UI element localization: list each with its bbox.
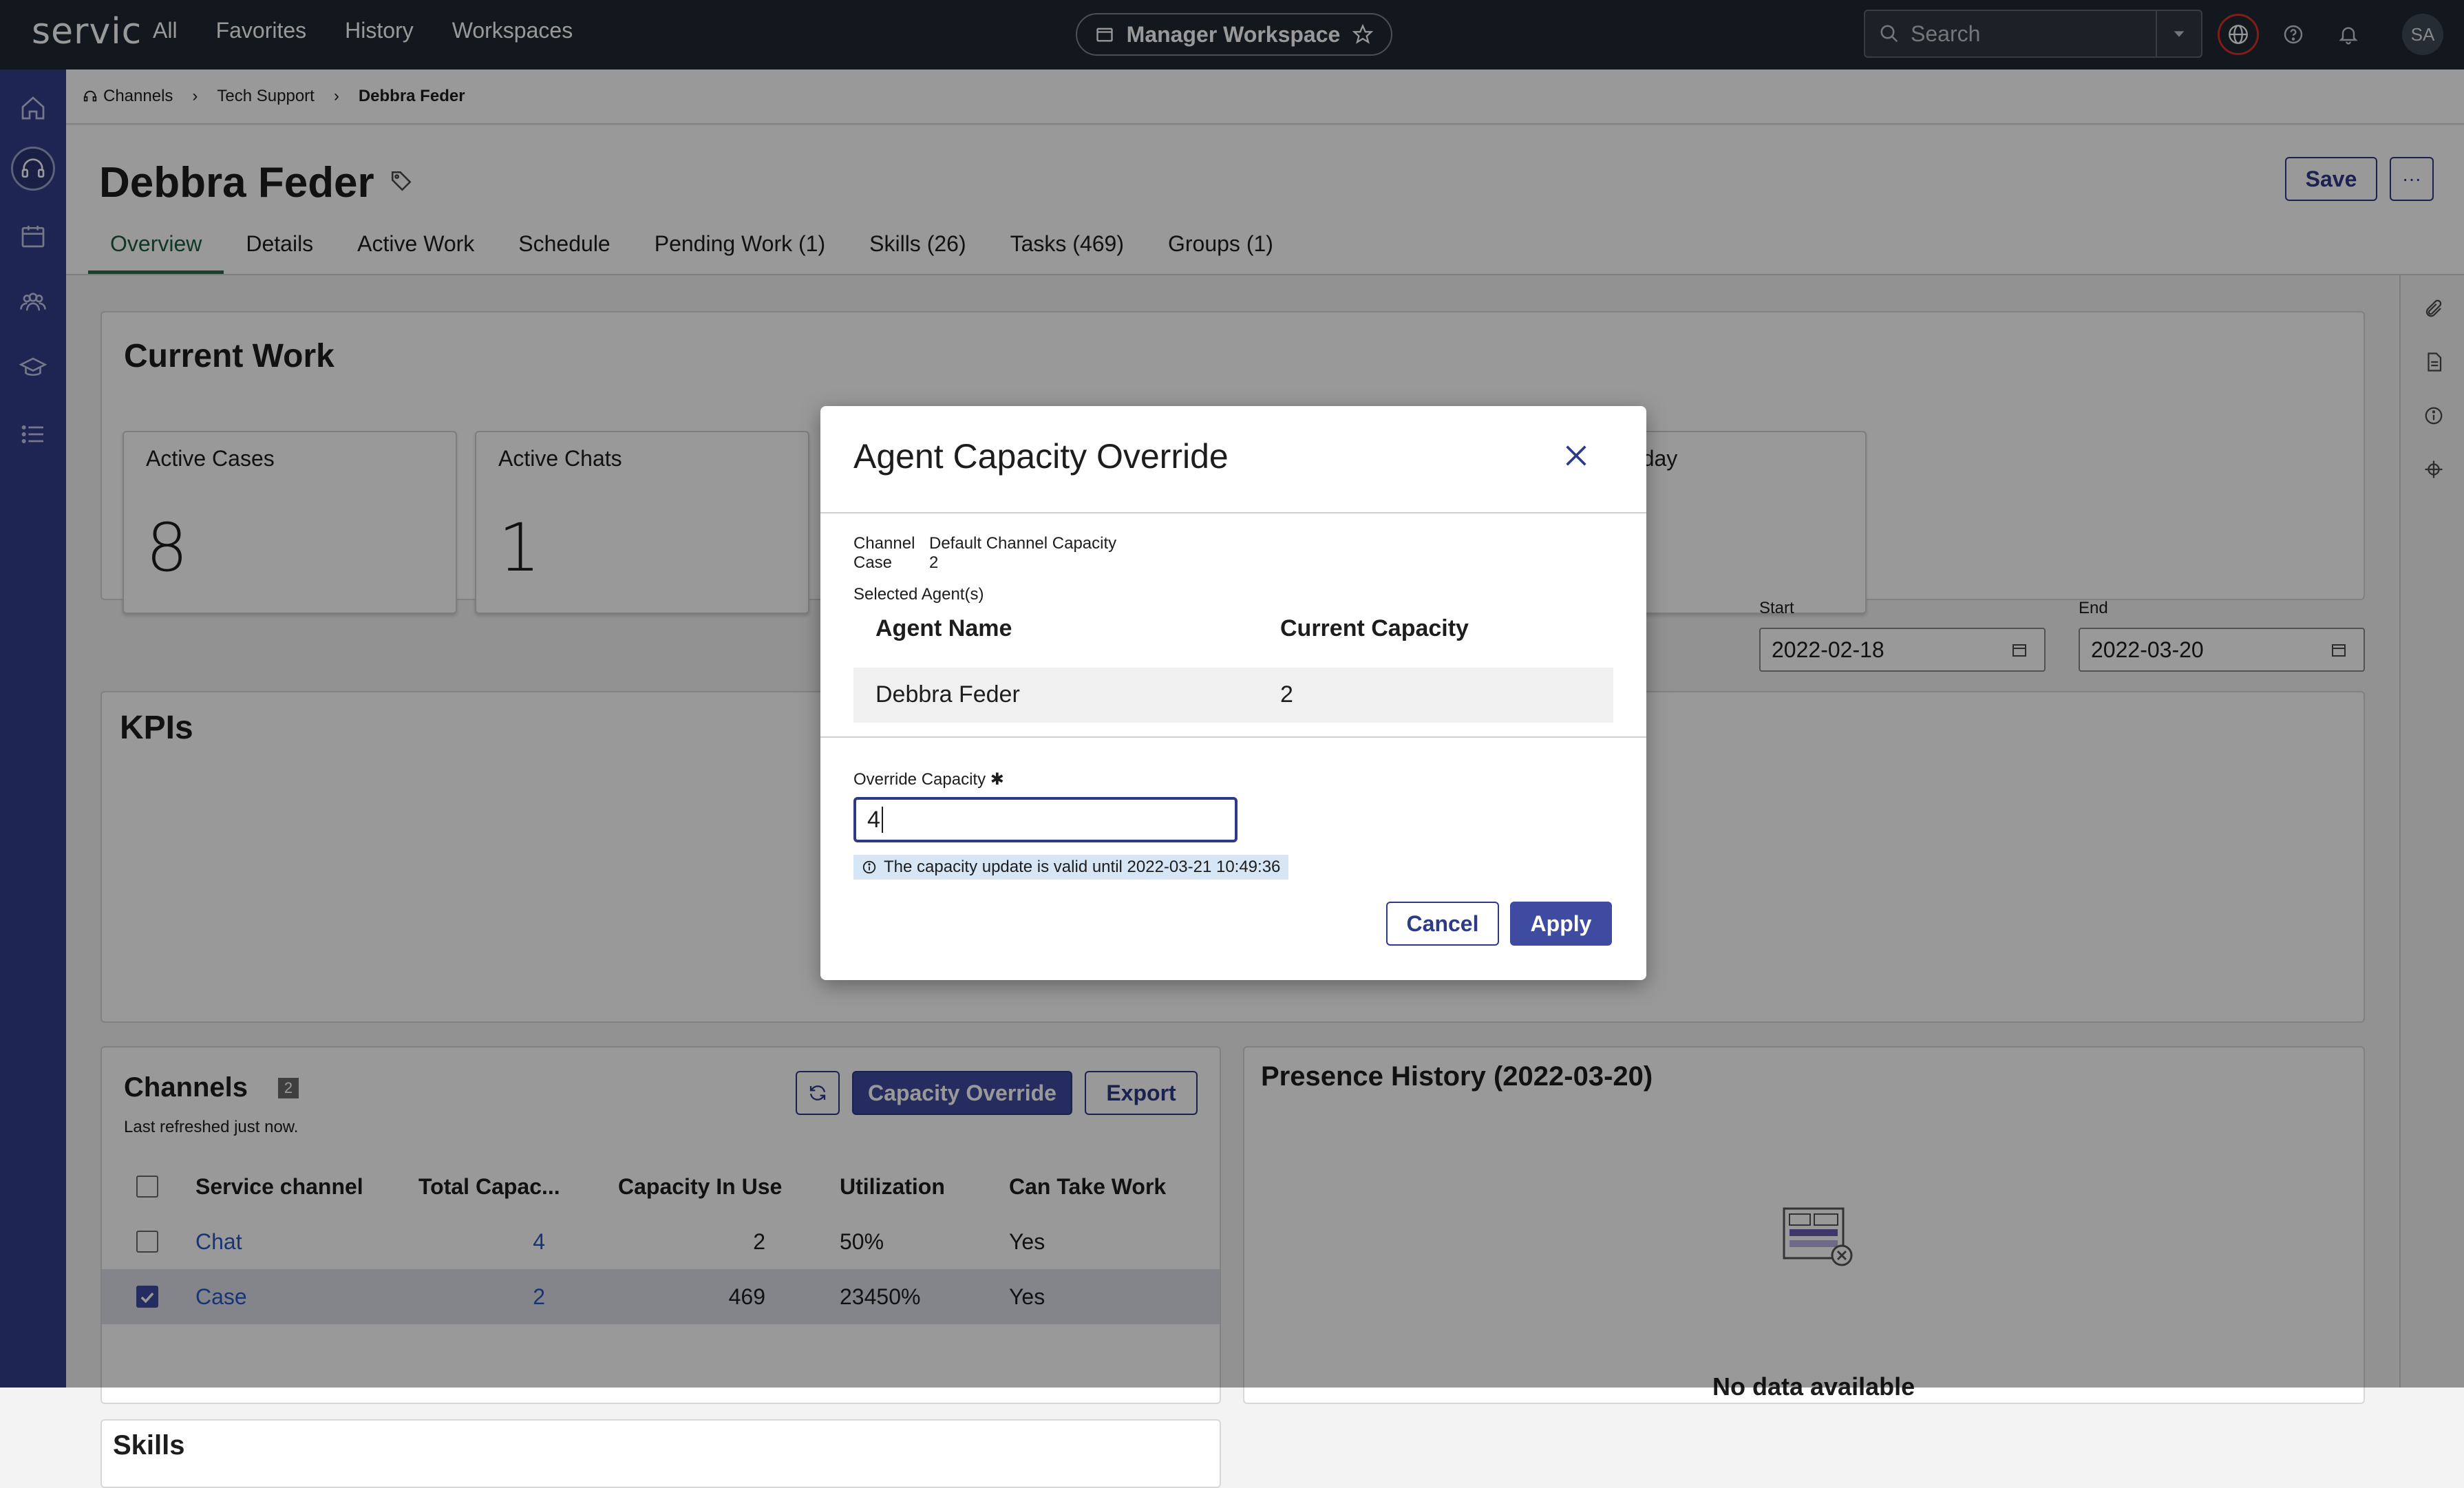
validity-hint-text: The capacity update is valid until 2022-… <box>884 858 1281 876</box>
close-icon <box>1566 445 1586 466</box>
cancel-button[interactable]: Cancel <box>1386 902 1499 946</box>
close-button[interactable] <box>1555 435 1597 476</box>
validity-hint: The capacity update is valid until 2022-… <box>853 855 1289 880</box>
case-label: Case <box>853 553 893 572</box>
info-icon <box>862 860 876 874</box>
agent-name: Debbra Feder <box>875 681 1020 708</box>
case-value: 2 <box>929 553 939 572</box>
column-header: Agent Name <box>875 615 1012 641</box>
modal-title: Agent Capacity Override <box>853 437 1229 476</box>
apply-button[interactable]: Apply <box>1510 902 1612 946</box>
agent-capacity-override-modal: Agent Capacity Override Channel Default … <box>820 406 1646 980</box>
override-capacity-value: 4 <box>867 806 880 833</box>
column-header: Current Capacity <box>1280 615 1469 641</box>
current-capacity: 2 <box>1280 681 1293 708</box>
text-caret <box>881 807 883 833</box>
skills-card: Skills <box>100 1419 1221 1488</box>
section-title: Skills <box>113 1430 185 1460</box>
divider <box>820 512 1646 513</box>
required-mark: ✱ <box>990 770 1004 789</box>
table-row: Debbra Feder 2 <box>853 668 1613 723</box>
selected-agents-label: Selected Agent(s) <box>853 585 984 604</box>
channel-value: Default Channel Capacity <box>929 534 1117 553</box>
override-capacity-input[interactable]: 4 <box>853 797 1238 842</box>
override-capacity-label: Override Capacity ✱ <box>853 769 1004 789</box>
channel-label: Channel <box>853 534 915 553</box>
override-capacity-label-text: Override Capacity <box>853 770 986 789</box>
divider <box>820 736 1646 738</box>
